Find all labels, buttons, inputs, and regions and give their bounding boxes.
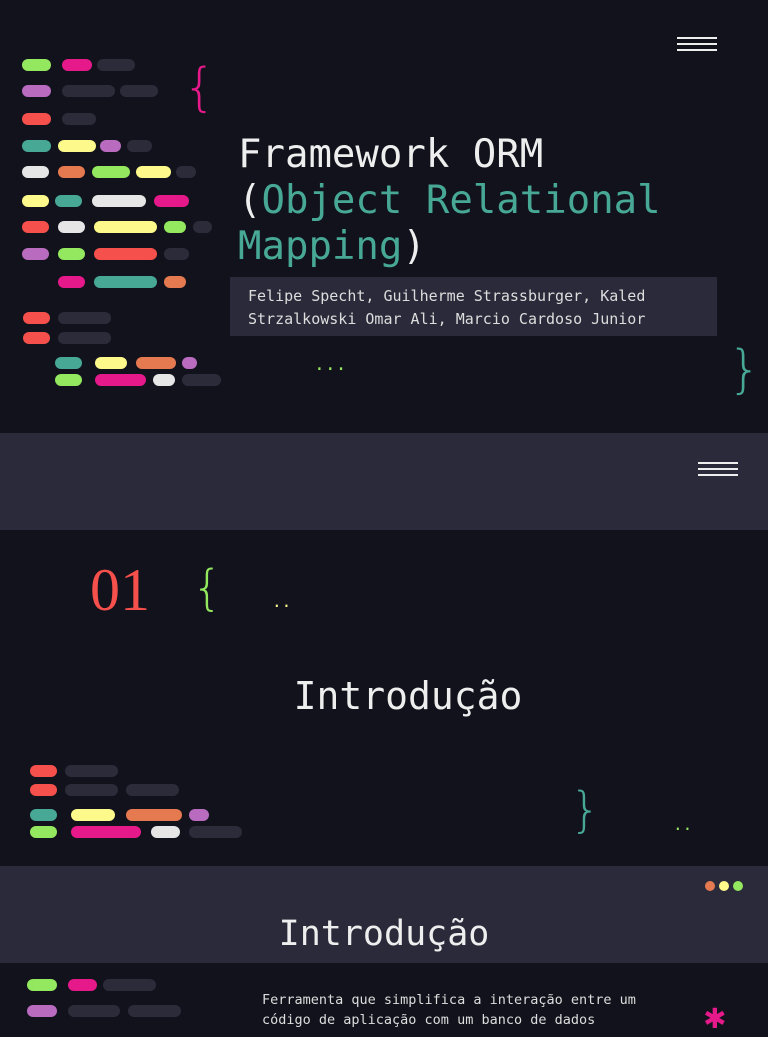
- code-pill: [164, 221, 186, 233]
- code-pill: [100, 140, 121, 152]
- code-pill: [58, 166, 85, 178]
- authors-box: Felipe Specht, Guilherme Strassburger, K…: [230, 277, 717, 336]
- code-pill: [71, 826, 141, 838]
- code-pill: [126, 809, 182, 821]
- code-pill: [68, 979, 97, 991]
- code-pill: [58, 140, 96, 152]
- window-dots-icon: [705, 881, 743, 891]
- code-pill: [103, 979, 156, 991]
- code-pill: [22, 248, 49, 260]
- code-pill: [22, 221, 49, 233]
- code-pill: [95, 374, 146, 386]
- slide-title: Framework ORM (Object Relational Mapping…: [238, 132, 661, 269]
- code-pill: [92, 195, 146, 207]
- menu-icon[interactable]: [698, 462, 738, 480]
- code-pill: [189, 809, 209, 821]
- code-pill: [55, 374, 82, 386]
- code-pill: [68, 1005, 120, 1017]
- code-pill: [23, 332, 50, 344]
- code-pill: [62, 113, 96, 125]
- code-pill: [27, 1005, 57, 1017]
- brace-close-icon: }: [728, 340, 762, 400]
- code-pill: [22, 166, 49, 178]
- code-pill: [58, 332, 111, 344]
- code-pill: [153, 374, 175, 386]
- code-pill: [189, 826, 242, 838]
- code-pill: [58, 221, 85, 233]
- section-title: Introdução: [293, 674, 523, 718]
- code-pill: [126, 784, 179, 796]
- code-pill: [65, 765, 118, 777]
- brace-close-icon: }: [570, 782, 601, 838]
- code-pill: [22, 113, 51, 125]
- ellipsis: ...: [314, 354, 347, 375]
- code-pill: [136, 357, 176, 369]
- code-pill: [30, 809, 57, 821]
- dots: ..: [673, 815, 693, 834]
- code-pill: [55, 357, 82, 369]
- code-pill: [94, 221, 157, 233]
- code-pill: [182, 357, 197, 369]
- code-pill: [71, 809, 115, 821]
- code-pill: [92, 166, 130, 178]
- code-pill: [55, 195, 82, 207]
- brace-open-icon: {: [183, 58, 217, 118]
- asterisk-icon: ✱: [704, 996, 726, 1037]
- code-pill: [58, 276, 85, 288]
- code-pill: [95, 357, 127, 369]
- code-pill: [151, 826, 180, 838]
- code-pill: [30, 784, 57, 796]
- code-pill: [23, 312, 50, 324]
- code-pill: [30, 765, 57, 777]
- code-pill: [65, 784, 118, 796]
- code-pill: [27, 979, 57, 991]
- code-pill: [176, 166, 196, 178]
- slide-2-header: [0, 433, 768, 530]
- code-pill: [182, 374, 221, 386]
- body-text: Ferramenta que simplifica a interação en…: [262, 992, 636, 1028]
- code-pill: [94, 248, 157, 260]
- code-pill: [164, 276, 186, 288]
- section-number: 01: [90, 557, 150, 623]
- code-pill: [94, 276, 157, 288]
- code-pill: [127, 140, 152, 152]
- code-pill: [62, 59, 92, 71]
- code-pill: [62, 85, 115, 97]
- code-pill: [22, 140, 51, 152]
- code-pill: [22, 195, 49, 207]
- code-pill: [22, 85, 51, 97]
- menu-icon[interactable]: [677, 37, 717, 55]
- code-pill: [97, 59, 135, 71]
- code-pill: [22, 59, 51, 71]
- brace-open-icon: {: [192, 560, 223, 616]
- code-pill: [30, 826, 57, 838]
- code-pill: [120, 85, 158, 97]
- dots: ..: [272, 592, 292, 611]
- code-pill: [128, 1005, 181, 1017]
- code-pill: [58, 312, 111, 324]
- code-pill: [58, 248, 85, 260]
- code-pill: [136, 166, 171, 178]
- code-pill: [164, 248, 189, 260]
- code-pill: [154, 195, 189, 207]
- code-pill: [193, 221, 212, 233]
- slide-title: Introdução: [278, 914, 490, 954]
